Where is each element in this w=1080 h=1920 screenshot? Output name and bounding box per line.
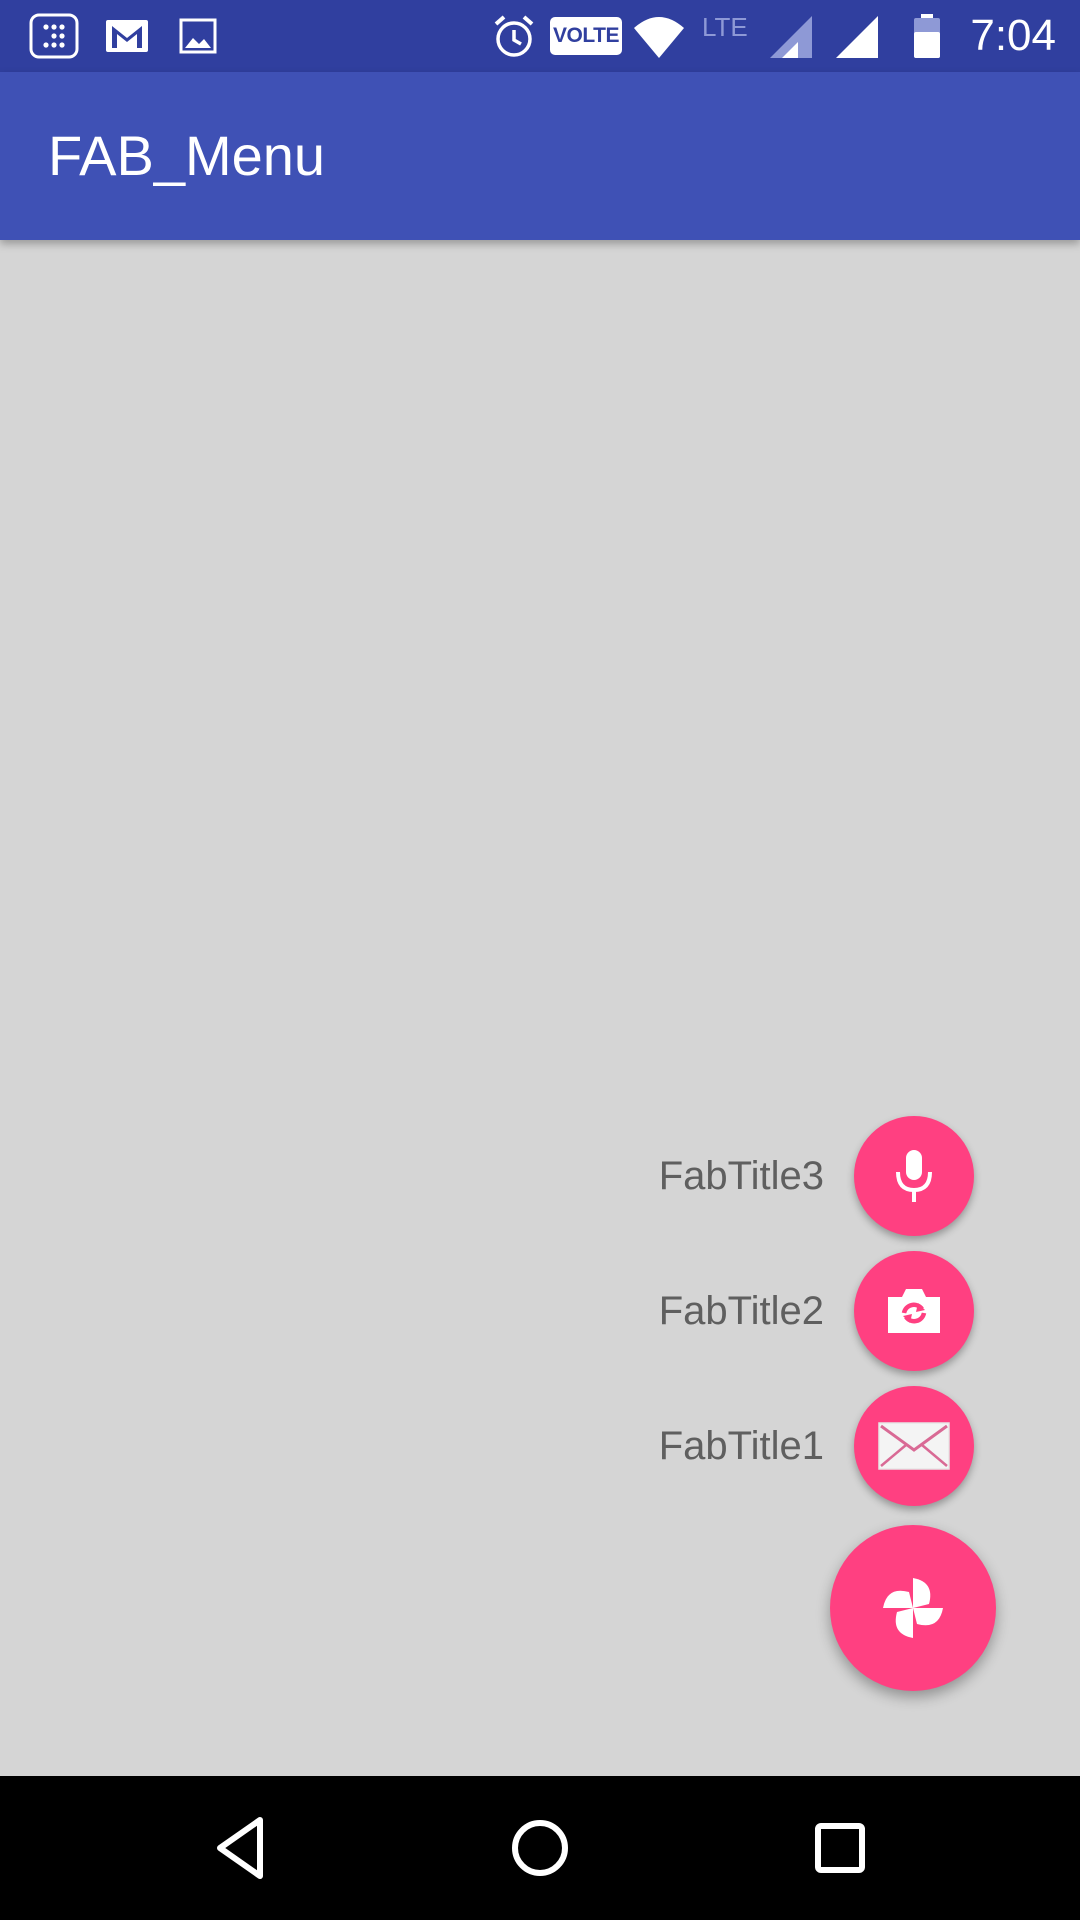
status-bar: VOLTE LTE 7:04: [0, 0, 1080, 72]
status-time: 7:04: [970, 11, 1056, 60]
fab-label-2[interactable]: FabTitle2: [659, 1287, 824, 1335]
navigation-bar: [0, 1776, 1080, 1920]
fab-menu-item-3: FabTitle3: [0, 1116, 1080, 1236]
camera-fab-button[interactable]: [854, 1251, 974, 1371]
volte-icon: VOLTE: [550, 17, 622, 55]
gmail-icon: [106, 20, 148, 52]
signal-lte-icon: [770, 16, 812, 58]
mic-fab-button[interactable]: [854, 1116, 974, 1236]
mail-icon: [878, 1422, 950, 1470]
app-drawer-icon: [29, 13, 79, 59]
camera-switch-icon: [888, 1289, 940, 1333]
battery-icon: [914, 14, 940, 58]
content-area: FabTitle3 FabTitle2 FabTitle1: [0, 240, 1080, 1776]
gallery-icon: [179, 18, 217, 54]
alarm-icon: [494, 15, 534, 57]
app-title: FAB_Menu: [48, 124, 326, 187]
lte-label: LTE: [702, 12, 748, 42]
wifi-icon: [634, 17, 684, 58]
fab-menu-item-2: FabTitle2: [0, 1251, 1080, 1371]
fab-label-1[interactable]: FabTitle1: [659, 1422, 824, 1470]
mail-fab-button[interactable]: [854, 1386, 974, 1506]
fab-label-3[interactable]: FabTitle3: [659, 1152, 824, 1200]
back-icon[interactable]: [204, 1812, 276, 1884]
home-icon[interactable]: [504, 1812, 576, 1884]
mic-icon: [896, 1150, 932, 1202]
pinwheel-icon: [883, 1578, 943, 1638]
fab-menu-item-1: FabTitle1: [0, 1386, 1080, 1506]
recents-icon[interactable]: [804, 1812, 876, 1884]
main-fab-button[interactable]: [830, 1525, 996, 1691]
app-bar: FAB_Menu: [0, 72, 1080, 240]
volte-label: VOLTE: [553, 24, 619, 47]
signal-icon: [836, 16, 878, 58]
